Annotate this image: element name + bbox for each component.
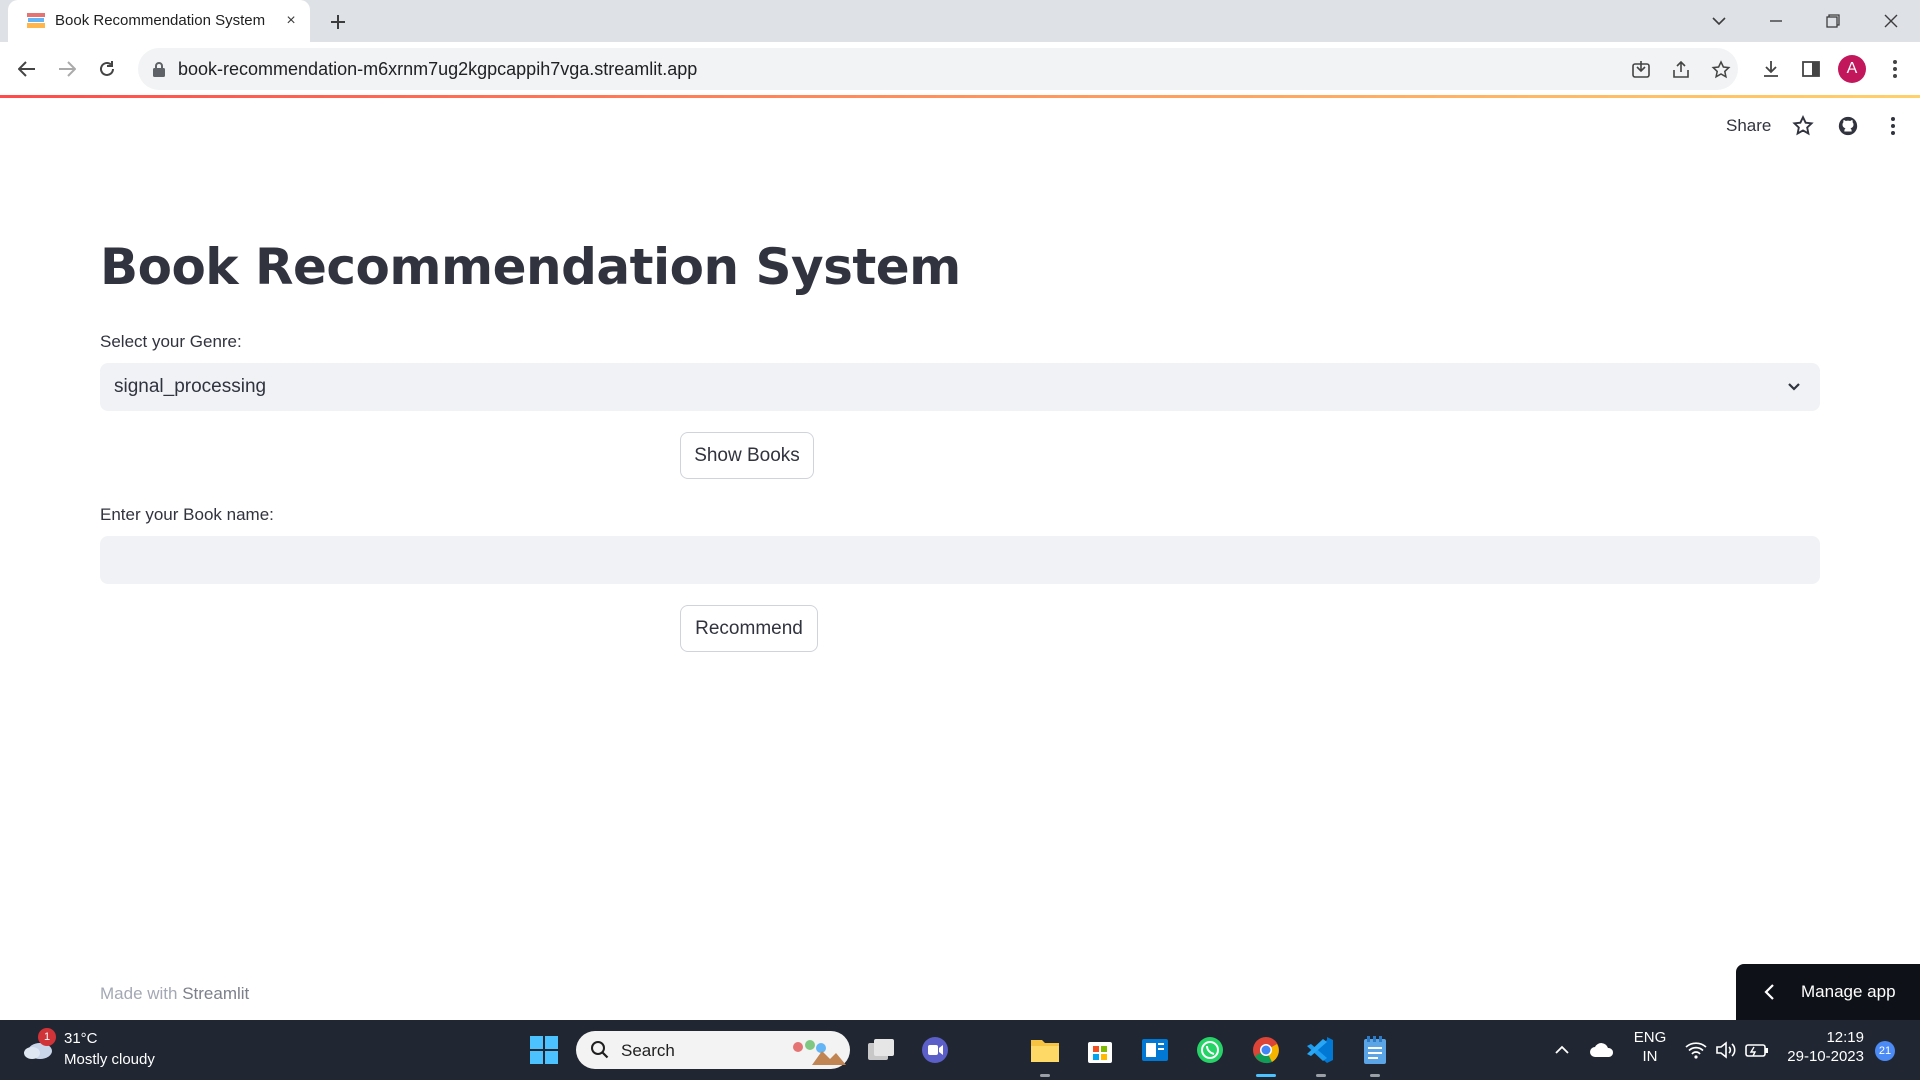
language-code: ENG [1633,1029,1667,1046]
profile-avatar[interactable]: A [1838,55,1866,83]
weather-temp: 31°C [64,1030,98,1047]
close-icon[interactable] [1876,6,1906,36]
tab-title: Book Recommendation System [55,12,266,29]
news-icon[interactable] [1137,1032,1173,1068]
lock-icon[interactable] [152,61,166,77]
file-explorer-icon[interactable] [1027,1032,1063,1068]
restore-icon[interactable] [1818,6,1848,36]
chevron-down-icon[interactable] [1784,377,1804,397]
chrome-icon[interactable] [1248,1032,1284,1068]
vscode-icon[interactable] [1302,1032,1338,1068]
forward-icon[interactable] [52,54,82,84]
language-indicator[interactable]: ENG IN [1630,1029,1670,1065]
genre-label: Select your Genre: [100,332,242,351]
search-icon [591,1041,609,1059]
whatsapp-icon[interactable] [1192,1032,1228,1068]
page-title: Book Recommendation System [100,238,961,296]
taskbar: 1 31°C Mostly cloudy Search ENG IN 12:19… [0,1020,1920,1080]
browser-tab-strip: Book Recommendation System × [0,0,1920,42]
weather-desc: Mostly cloudy [64,1051,155,1068]
book-name-label: Enter your Book name: [100,505,274,524]
book-favicon-icon [27,13,45,28]
share-page-icon[interactable] [1668,57,1694,83]
footer-prefix: Made with [100,984,183,1003]
show-books-button[interactable]: Show Books [680,432,814,479]
language-region: IN [1642,1048,1658,1065]
manage-app-label: Manage app [1801,982,1896,1001]
footer: Made with Streamlit [100,984,249,1004]
onedrive-icon[interactable] [1584,1032,1620,1068]
streamlit-link[interactable]: Streamlit [182,984,249,1003]
browser-tab[interactable]: Book Recommendation System × [8,0,310,42]
search-highlight-icon [793,1040,846,1065]
back-icon[interactable] [12,54,42,84]
windows-start-icon[interactable] [526,1032,562,1068]
chrome-active-indicator [1256,1074,1276,1077]
minimize-icon[interactable] [1761,6,1791,36]
chevron-up-icon[interactable] [1544,1032,1580,1068]
meet-icon[interactable] [917,1032,953,1068]
notepad-running-indicator [1370,1074,1380,1077]
side-panel-icon[interactable] [1796,54,1826,84]
install-icon[interactable] [1628,57,1654,83]
explorer-running-indicator [1040,1074,1050,1077]
close-icon[interactable]: × [280,10,302,32]
recommend-button[interactable]: Recommend [680,605,818,652]
weather-badge: 1 [38,1028,56,1046]
chevron-down-icon[interactable] [1704,6,1734,36]
search-label: Search [621,1041,675,1060]
download-icon[interactable] [1756,54,1786,84]
manage-app-button[interactable]: Manage app [1736,964,1920,1020]
battery-icon[interactable] [1740,1032,1774,1068]
github-icon[interactable] [1834,112,1862,140]
clock[interactable]: 12:19 29-10-2023 [1780,1029,1864,1065]
clock-time: 12:19 [1826,1029,1864,1046]
notepad-icon[interactable] [1357,1032,1393,1068]
wifi-icon[interactable] [1680,1032,1712,1068]
store-icon[interactable] [1082,1032,1118,1068]
share-button[interactable]: Share [1726,116,1771,136]
book-name-input[interactable] [100,536,1820,584]
reload-icon[interactable] [92,54,122,84]
browser-toolbar: book-recommendation-m6xrnm7ug2kgpcappih7… [0,42,1920,96]
address-bar[interactable]: book-recommendation-m6xrnm7ug2kgpcappih7… [138,48,1738,90]
kebab-menu-icon[interactable] [1880,54,1910,84]
clock-date: 29-10-2023 [1787,1048,1864,1065]
star-icon[interactable] [1789,112,1817,140]
bookmark-star-icon[interactable] [1708,57,1734,83]
notification-count-badge[interactable]: 21 [1875,1041,1895,1061]
chevron-left-icon [1764,984,1774,1000]
url-text[interactable]: book-recommendation-m6xrnm7ug2kgpcappih7… [178,59,697,80]
genre-select[interactable]: signal_processing [100,363,1820,411]
genre-select-value[interactable]: signal_processing [114,376,266,398]
plus-icon[interactable] [324,8,352,36]
task-view-icon[interactable] [863,1032,899,1068]
vscode-running-indicator [1316,1074,1326,1077]
streamlit-header: Share [0,98,1920,154]
taskbar-search[interactable]: Search [576,1031,850,1069]
volume-icon[interactable] [1710,1032,1742,1068]
kebab-menu-icon[interactable] [1879,112,1907,140]
